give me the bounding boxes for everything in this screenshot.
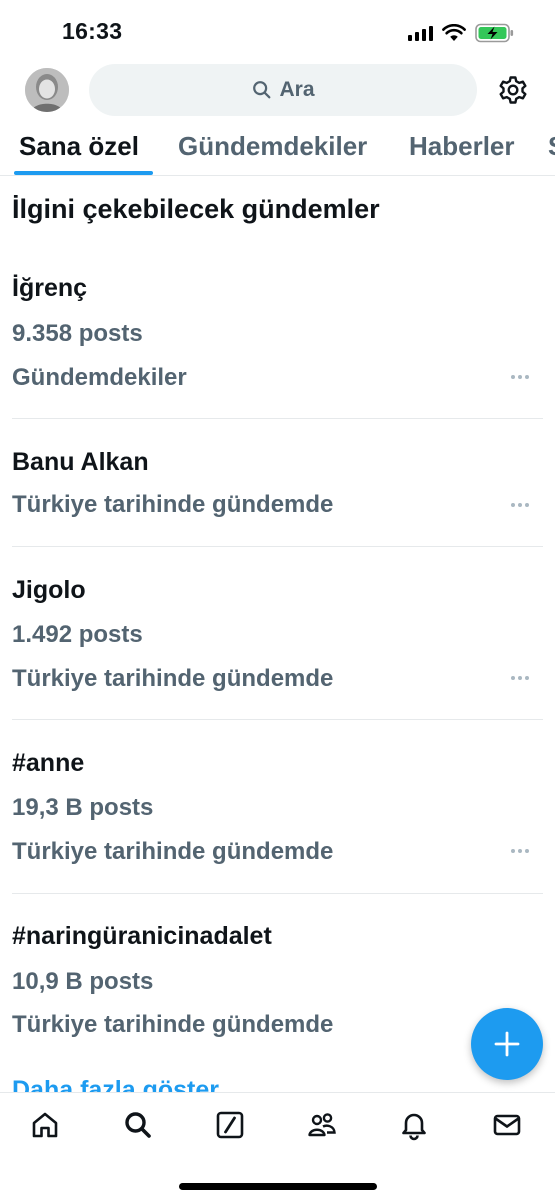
tab-haberler[interactable]: Haberler (409, 131, 515, 162)
trend-title: İğrenç (12, 274, 88, 302)
avatar-image (25, 68, 69, 112)
tab-gundemdekiler[interactable]: Gündemdekiler (178, 131, 367, 162)
trend-meta: Türkiye tarihinde gündemde (12, 838, 334, 865)
trend-title: Banu Alkan (12, 448, 149, 476)
trend-posts: 19,3 B posts (12, 794, 154, 821)
home-icon[interactable] (29, 1109, 61, 1141)
status-bar: 16:33 (0, 0, 555, 62)
search-nav-icon[interactable] (122, 1109, 154, 1141)
trend-posts: 9.358 posts (12, 320, 143, 347)
divider (12, 719, 543, 720)
divider (12, 418, 543, 419)
divider (12, 893, 543, 894)
show-more-link[interactable]: Daha fazla göster (12, 1076, 219, 1092)
divider (12, 546, 543, 547)
section-title: İlgini çekebilecek gündemler (12, 194, 380, 224)
status-time: 16:33 (62, 18, 123, 44)
wifi-icon (442, 24, 466, 41)
battery-charging-icon (475, 23, 514, 43)
mail-icon[interactable] (491, 1109, 523, 1141)
tab-spor[interactable]: S (548, 131, 555, 162)
trend-title: Jigolo (12, 576, 86, 604)
grok-icon[interactable] (214, 1109, 246, 1141)
search-input[interactable]: Ara (89, 64, 477, 116)
trend-meta: Türkiye tarihinde gündemde (12, 1011, 334, 1038)
trend-meta: Türkiye tarihinde gündemde (12, 491, 334, 518)
trend-title: #anne (12, 749, 85, 777)
avatar[interactable] (25, 68, 69, 112)
header: Ara (0, 62, 555, 118)
home-indicator (179, 1183, 377, 1190)
trend-meta: Gündemdekiler (12, 364, 187, 391)
gear-icon[interactable] (497, 74, 529, 106)
trend-posts: 10,9 B posts (12, 968, 154, 995)
trend-posts: 1.492 posts (12, 621, 143, 648)
more-options-icon[interactable] (511, 373, 535, 381)
more-options-icon[interactable] (511, 847, 535, 855)
cellular-signal-icon (408, 25, 433, 41)
compose-button[interactable] (471, 1008, 543, 1080)
search-icon (253, 81, 271, 99)
tab-sana-ozel[interactable]: Sana özel (19, 131, 139, 162)
status-icons (408, 20, 515, 46)
search-placeholder: Ara (279, 78, 315, 101)
active-tab-indicator (14, 171, 153, 175)
explore-tabs: Sana özel Gündemdekiler Haberler S (0, 118, 555, 176)
trend-title: #naringüranicinadalet (12, 922, 272, 950)
plus-icon (494, 1031, 520, 1057)
more-options-icon[interactable] (511, 674, 535, 682)
trend-meta: Türkiye tarihinde gündemde (12, 665, 334, 692)
more-options-icon[interactable] (511, 501, 535, 509)
bell-icon[interactable] (398, 1109, 430, 1141)
communities-icon[interactable] (306, 1109, 338, 1141)
